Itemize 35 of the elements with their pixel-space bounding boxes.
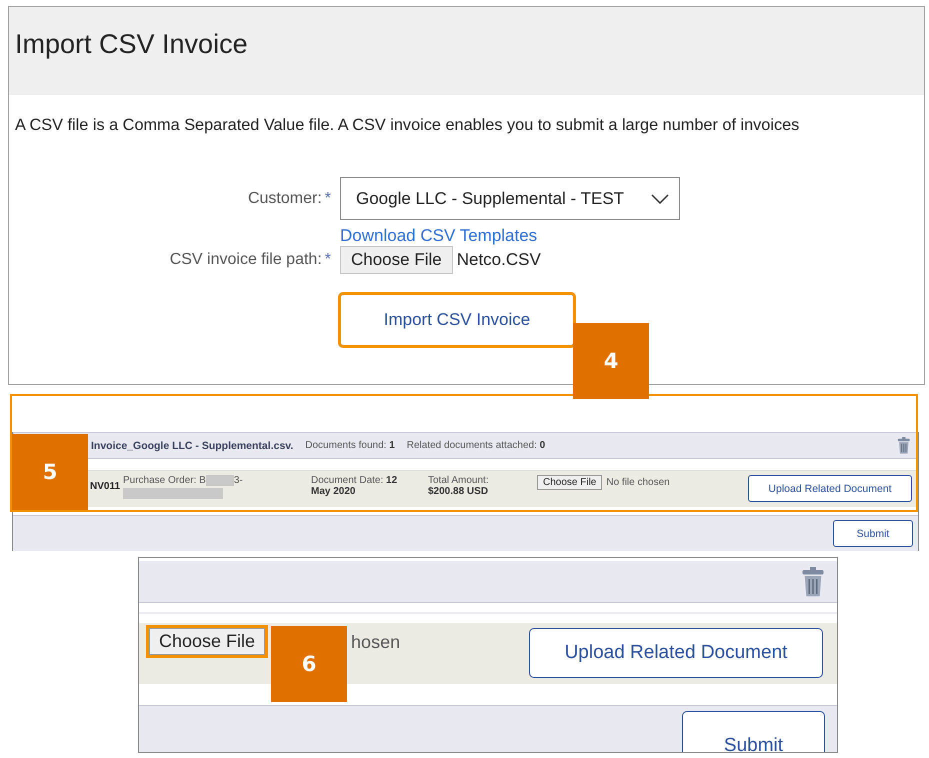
trash-icon[interactable] [801,566,825,596]
upload-button[interactable]: Upload Related Document [529,628,823,678]
total-label: Total Amount: [428,475,490,486]
invoice-number: NV011 [90,481,122,492]
page-title: Import CSV Invoice [15,28,248,60]
purchase-order-text: 3- [234,475,243,486]
step-badge: 6 [271,626,347,702]
total-amount: $200.88 USD [428,486,490,497]
field-label: Customer: [248,190,322,208]
description-text: A CSV file is a Comma Separated Value file. A CSV invoice enables you to submit a large number of invoices [15,116,800,135]
import-button[interactable]: Import CSV Invoice [340,294,574,346]
choose-file-button[interactable]: Choose File [149,628,266,655]
step-badge: 4 [573,323,649,399]
templates-link[interactable]: Download CSV Templates [340,226,538,245]
document-date-text: Document Date: 12 May 2020 [311,475,398,497]
redaction-bar [206,475,234,486]
file-name: Invoice_Google LLC - Supplemental.csv. [91,440,294,452]
chevron-down-icon [651,194,669,204]
required-mark: * [324,190,331,208]
file-status: hosen [351,632,400,653]
submit-button[interactable]: Submit [833,520,913,547]
documents-found-text: Documents found: 1 [305,440,395,451]
field-label: CSV invoice file path: [170,251,322,269]
required-mark: * [324,251,331,269]
upload-button[interactable]: Upload Related Document [748,475,912,502]
file-status: No file chosen [606,477,670,488]
related-documents-text: Related documents attached: 0 [406,440,546,451]
trash-icon[interactable] [897,437,911,454]
submit-button[interactable]: Submit [682,711,825,752]
choose-file-button[interactable]: Choose File [537,475,602,490]
purchase-order-text: Purchase Order: B [123,475,206,486]
choose-file-button[interactable]: Choose File [340,246,453,274]
file-name: Netco.CSV [456,250,541,270]
step-badge: 5 [12,434,88,510]
customer-dropdown[interactable]: Google LLC - Supplemental - TEST [340,177,680,220]
